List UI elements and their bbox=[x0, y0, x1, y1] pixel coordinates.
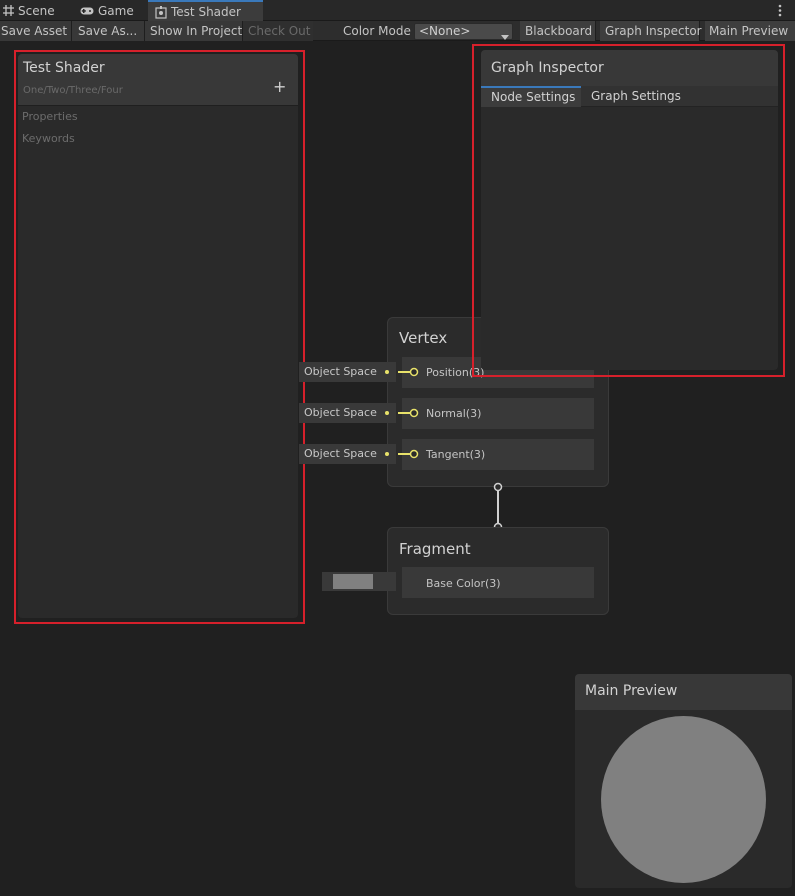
editor-tab-bar: Scene Game Test Shader bbox=[0, 0, 795, 22]
chevron-down-icon bbox=[501, 29, 509, 44]
tab-test-shader[interactable]: Test Shader bbox=[148, 0, 263, 22]
vertex-fragment-link bbox=[493, 482, 503, 532]
color-swatch[interactable] bbox=[333, 574, 373, 589]
save-asset-button[interactable]: Save Asset bbox=[0, 21, 72, 41]
tab-scene[interactable]: Scene bbox=[3, 0, 73, 21]
position-port[interactable] bbox=[385, 367, 419, 377]
main-preview-header: Main Preview bbox=[575, 674, 792, 710]
graph-inspector-toggle-button[interactable]: Graph Inspector bbox=[600, 21, 702, 41]
space-label: Object Space bbox=[304, 365, 377, 378]
gamepad-icon bbox=[80, 7, 94, 14]
main-preview-title: Main Preview bbox=[585, 683, 678, 699]
blackboard-toggle-button[interactable]: Blackboard bbox=[520, 21, 596, 41]
tab-label: Test Shader bbox=[171, 5, 241, 19]
color-mode-value: <None> bbox=[419, 24, 471, 38]
more-options-icon[interactable] bbox=[775, 3, 785, 18]
inspector-highlight-box bbox=[472, 44, 785, 377]
save-as-button[interactable]: Save As... bbox=[72, 21, 145, 41]
normal-slot: Normal(3) bbox=[402, 398, 594, 429]
tangent-port-label: Tangent(3) bbox=[426, 448, 486, 461]
main-preview-toggle-button[interactable]: Main Preview bbox=[705, 21, 795, 41]
vertex-node-title: Vertex bbox=[399, 329, 448, 347]
shader-icon bbox=[155, 5, 167, 19]
graph-toolbar: Save Asset Save As... Show In Project Ch… bbox=[0, 21, 795, 41]
color-mode-label: Color Mode bbox=[343, 24, 411, 38]
grid-icon bbox=[3, 5, 14, 16]
preview-sphere[interactable] bbox=[601, 716, 766, 883]
space-label: Object Space bbox=[304, 406, 377, 419]
main-preview-panel: Main Preview bbox=[575, 674, 792, 888]
tangent-port[interactable] bbox=[385, 449, 419, 459]
tab-game[interactable]: Game bbox=[80, 0, 146, 21]
base-color-slot: Base Color(3) bbox=[402, 567, 594, 598]
check-out-button[interactable]: Check Out bbox=[243, 21, 313, 41]
tab-label: Game bbox=[98, 3, 134, 18]
base-color-port-label: Base Color(3) bbox=[426, 577, 501, 590]
base-color-input[interactable] bbox=[322, 572, 396, 591]
normal-port-label: Normal(3) bbox=[426, 407, 482, 420]
fragment-node[interactable]: Fragment Base Color(3) bbox=[387, 527, 609, 615]
tab-label: Scene bbox=[18, 3, 55, 18]
fragment-node-title: Fragment bbox=[399, 540, 471, 558]
space-label: Object Space bbox=[304, 447, 377, 460]
color-mode-dropdown[interactable]: <None> bbox=[414, 23, 513, 40]
normal-port[interactable] bbox=[385, 408, 419, 418]
tangent-slot: Tangent(3) bbox=[402, 439, 594, 470]
show-in-project-button[interactable]: Show In Project bbox=[145, 21, 243, 41]
blackboard-highlight-box bbox=[14, 50, 305, 624]
